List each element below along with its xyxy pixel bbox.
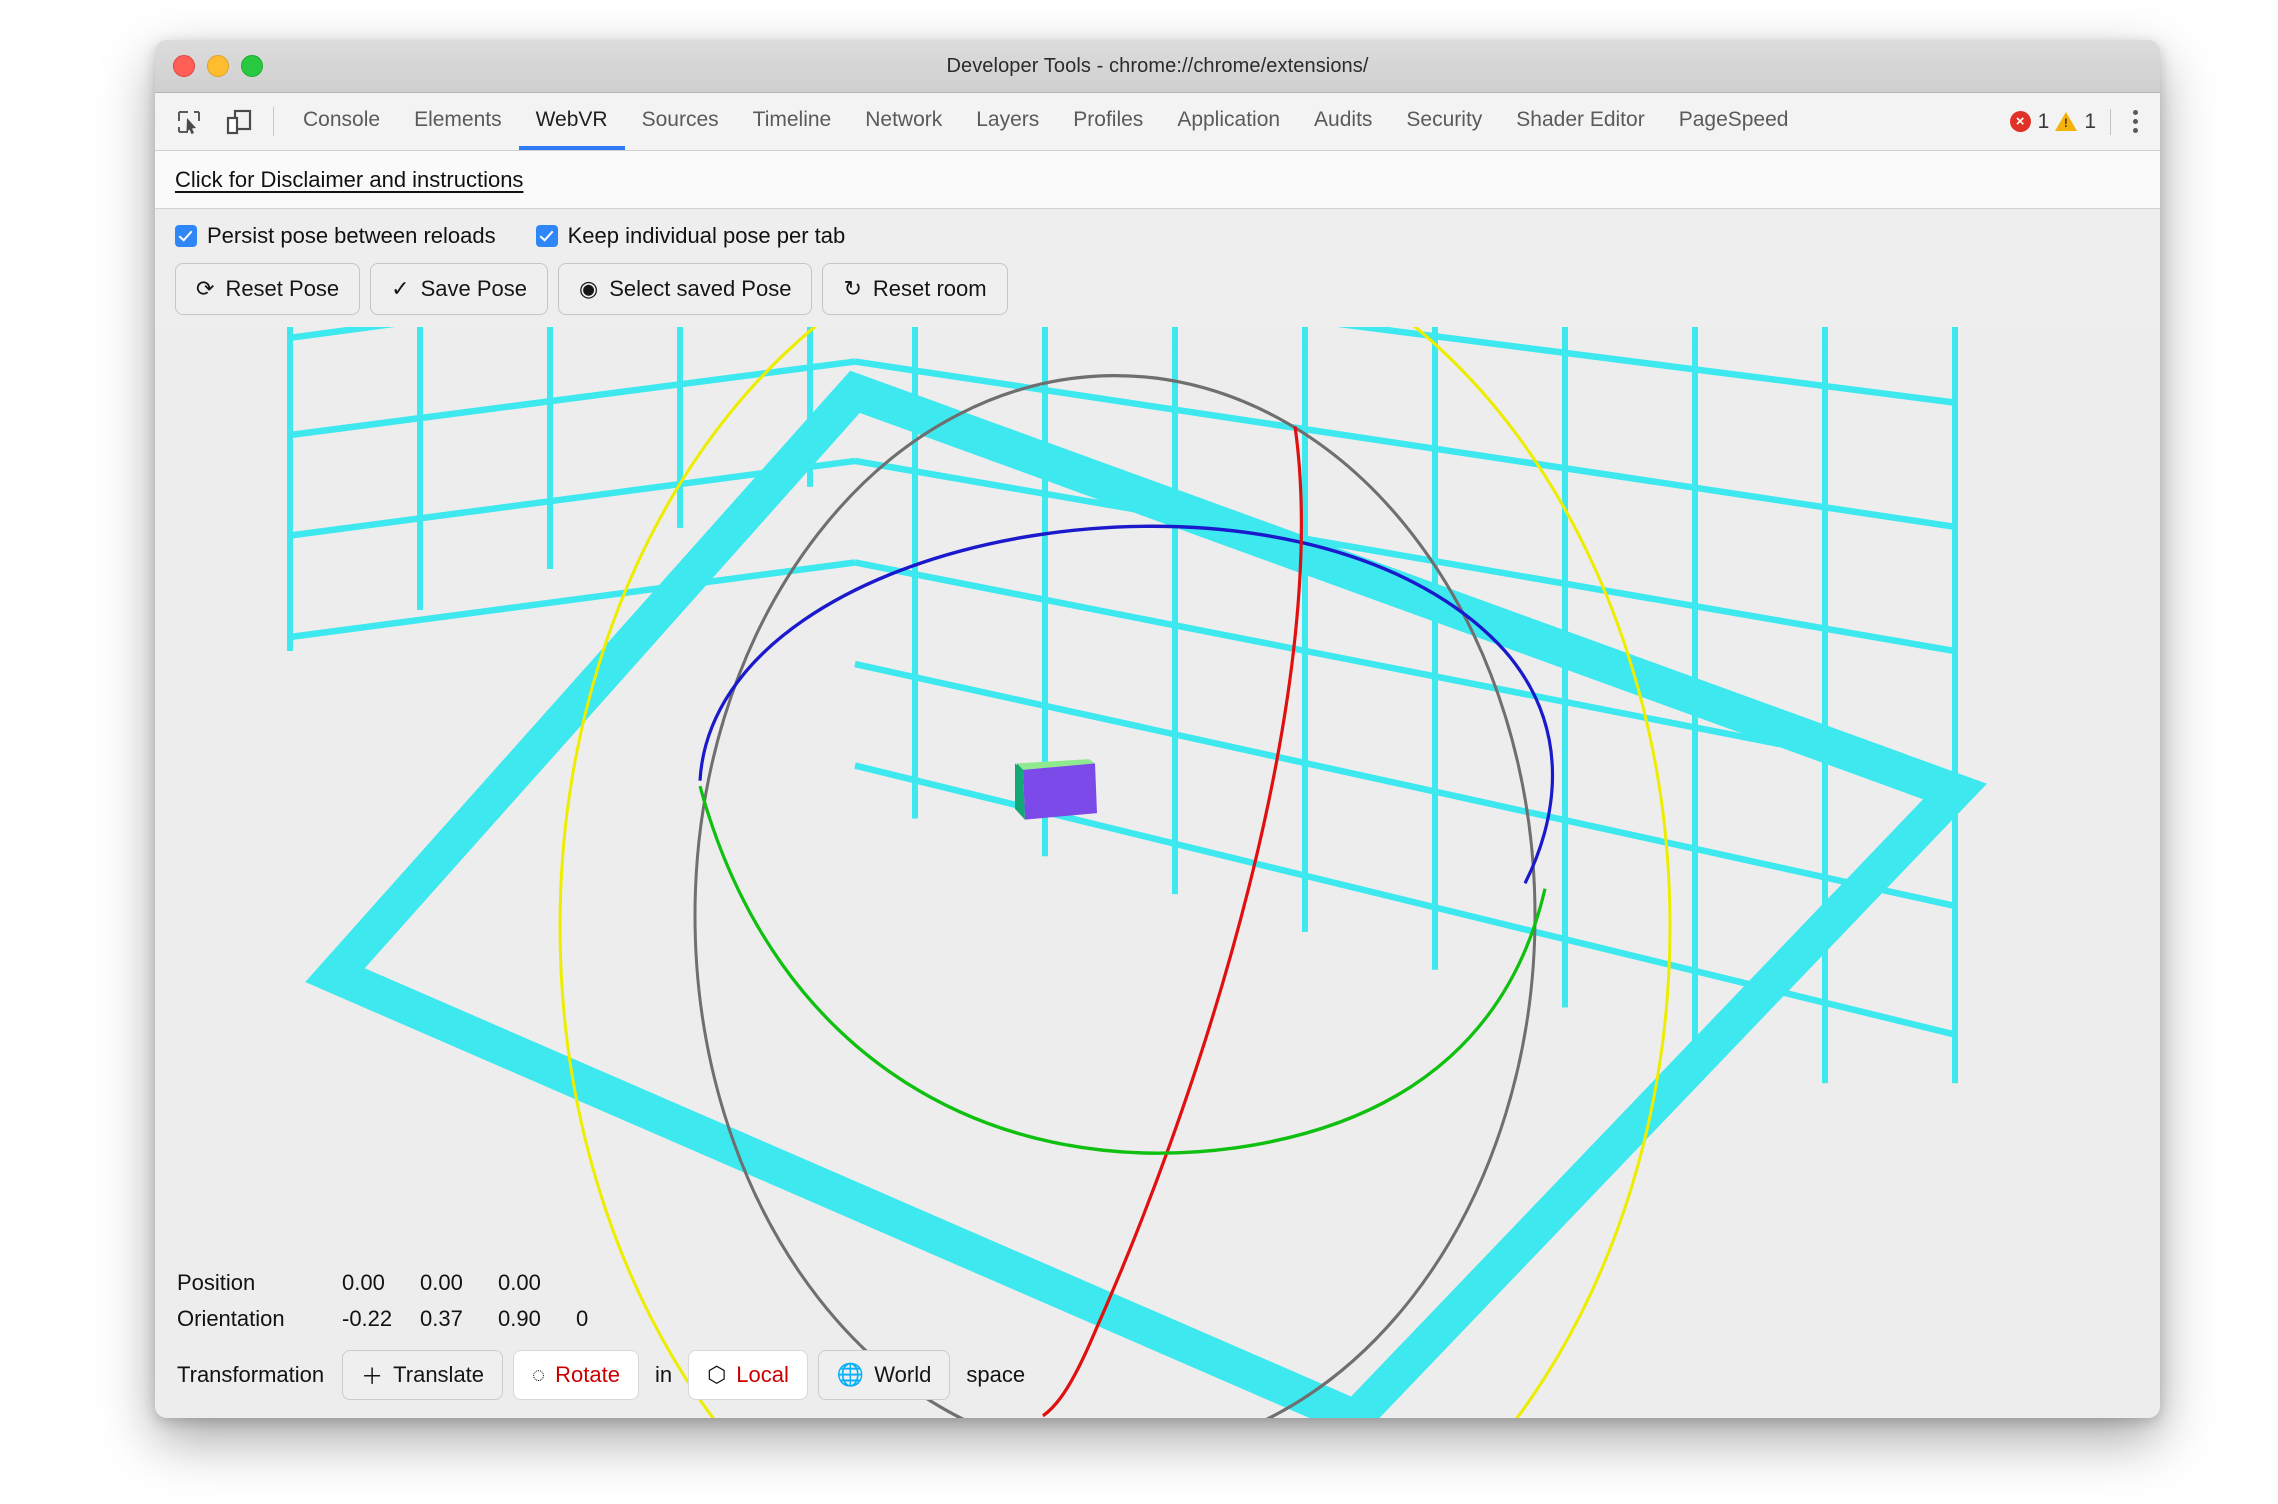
transformation-label: Transformation	[177, 1362, 325, 1387]
in-word: in	[654, 1362, 673, 1387]
tab-pagespeed[interactable]: PageSpeed	[1662, 93, 1806, 150]
tab-application[interactable]: Application	[1160, 93, 1297, 150]
tab-sources[interactable]: Sources	[625, 93, 736, 150]
cube-icon: ⬡	[707, 1362, 727, 1387]
disclaimer-strip: Click for Disclaimer and instructions	[155, 151, 2160, 209]
tab-security[interactable]: Security	[1389, 93, 1499, 150]
orientation-y: 0.37	[420, 1306, 463, 1331]
per-tab-pose-checkbox[interactable]	[535, 225, 558, 247]
tab-timeline[interactable]: Timeline	[736, 93, 849, 150]
refresh-icon: ⟳	[196, 276, 215, 301]
device-toolbar-icon[interactable]	[219, 102, 259, 142]
world-label: World	[874, 1362, 932, 1387]
tabbar-right-cluster: × 1 1	[2004, 93, 2146, 150]
reset-pose-button[interactable]: ⟳ Reset Pose	[175, 263, 361, 315]
tab-console[interactable]: Console	[286, 93, 397, 150]
vr-scene-viewport[interactable]: Position 0.00 0.00 0.00 Orientation -0.2…	[155, 327, 2160, 1418]
transformation-row: Transformation ＋ Translate ◌ Rotate in ⬡…	[177, 1350, 2160, 1400]
orientation-label: Orientation	[177, 1306, 285, 1331]
traffic-light-buttons	[173, 55, 263, 77]
persist-pose-label: Persist pose between reloads	[207, 223, 496, 248]
orientation-x: -0.22	[342, 1306, 393, 1331]
save-pose-button[interactable]: ✓ Save Pose	[370, 263, 549, 315]
persist-pose-checkbox-item[interactable]: Persist pose between reloads	[175, 223, 496, 249]
warning-icon	[2055, 112, 2078, 131]
floor-grid	[305, 370, 1987, 1418]
position-z: 0.00	[498, 1270, 541, 1295]
rotate-label: Rotate	[555, 1362, 620, 1387]
error-badge[interactable]: × 1	[2009, 109, 2050, 134]
reset-room-button[interactable]: ↻ Reset room	[822, 263, 1008, 315]
tab-profiles[interactable]: Profiles	[1056, 93, 1160, 150]
window-titlebar: Developer Tools - chrome://chrome/extens…	[155, 40, 2160, 93]
position-row: Position 0.00 0.00 0.00	[177, 1270, 2160, 1296]
tabbar-right-divider	[2110, 108, 2111, 135]
screenshot-root: Developer Tools - chrome://chrome/extens…	[0, 0, 2278, 1504]
pose-controls-panel: Persist pose between reloads Keep indivi…	[155, 209, 2160, 327]
local-label: Local	[736, 1362, 789, 1387]
rotate-mode-button[interactable]: ◌ Rotate	[513, 1350, 639, 1400]
devtools-window: Developer Tools - chrome://chrome/extens…	[155, 40, 2160, 1418]
per-tab-pose-label: Keep individual pose per tab	[567, 223, 846, 248]
tab-webvr[interactable]: WebVR	[518, 93, 625, 150]
space-word: space	[966, 1362, 1026, 1387]
save-pose-label: Save Pose	[420, 276, 528, 301]
warning-count: 1	[2084, 109, 2096, 133]
position-y: 0.00	[420, 1270, 463, 1295]
position-label: Position	[177, 1270, 256, 1295]
tab-audits[interactable]: Audits	[1297, 93, 1389, 150]
select-saved-pose-label: Select saved Pose	[609, 276, 792, 301]
minimize-window-button[interactable]	[207, 55, 229, 77]
pose-checkbox-row: Persist pose between reloads Keep indivi…	[175, 223, 2140, 263]
translate-label: Translate	[393, 1362, 485, 1387]
equator-green	[698, 785, 1547, 1155]
check-icon: ✓	[391, 276, 410, 301]
persist-pose-checkbox[interactable]	[175, 225, 197, 247]
globe-icon: 🌐	[836, 1362, 865, 1387]
world-space-button[interactable]: 🌐 World	[817, 1350, 951, 1400]
error-icon: ×	[2009, 111, 2031, 132]
tab-network[interactable]: Network	[848, 93, 959, 150]
reset-pose-label: Reset Pose	[225, 276, 340, 301]
tab-elements[interactable]: Elements	[397, 93, 519, 150]
close-window-button[interactable]	[173, 55, 195, 77]
orientation-z: 0.90	[498, 1306, 541, 1331]
warning-badge[interactable]: 1	[2055, 110, 2096, 134]
tab-shader-editor[interactable]: Shader Editor	[1499, 93, 1661, 150]
plus-icon: ＋	[361, 1364, 384, 1389]
target-icon: ◉	[579, 276, 599, 301]
vr-scene-canvas	[287, 327, 1987, 1418]
devtools-tabbar: Console Elements WebVR Sources Timeline …	[155, 93, 2160, 151]
zoom-window-button[interactable]	[241, 55, 263, 77]
tab-layers[interactable]: Layers	[959, 93, 1056, 150]
inspect-element-icon[interactable]	[169, 102, 209, 142]
local-space-button[interactable]: ⬡ Local	[688, 1350, 808, 1400]
disclaimer-link[interactable]: Click for Disclaimer and instructions	[175, 167, 523, 193]
kebab-menu-icon[interactable]	[2125, 110, 2146, 133]
vr-headset-proxy-box[interactable]	[1015, 759, 1097, 820]
devtools-tabs: Console Elements WebVR Sources Timeline …	[286, 93, 2004, 150]
position-x: 0.00	[342, 1270, 385, 1295]
per-tab-pose-checkbox-item[interactable]: Keep individual pose per tab	[535, 223, 846, 249]
orientation-w: 0	[576, 1306, 589, 1331]
reset-room-label: Reset room	[872, 276, 987, 301]
orientation-row: Orientation -0.22 0.37 0.90 0	[177, 1306, 2160, 1332]
sphere-outline	[693, 374, 1537, 1418]
window-title: Developer Tools - chrome://chrome/extens…	[946, 54, 1369, 77]
tabbar-divider	[273, 107, 274, 136]
translate-mode-button[interactable]: ＋ Translate	[342, 1350, 504, 1400]
tabbar-left-icons	[169, 93, 271, 150]
select-saved-pose-button[interactable]: ◉ Select saved Pose	[558, 263, 813, 315]
rotate-icon: ↻	[843, 276, 862, 301]
rotate-dashed-icon: ◌	[532, 1362, 546, 1387]
pose-button-row: ⟳ Reset Pose ✓ Save Pose ◉ Select saved …	[175, 263, 2140, 327]
error-count: 1	[2037, 109, 2050, 133]
